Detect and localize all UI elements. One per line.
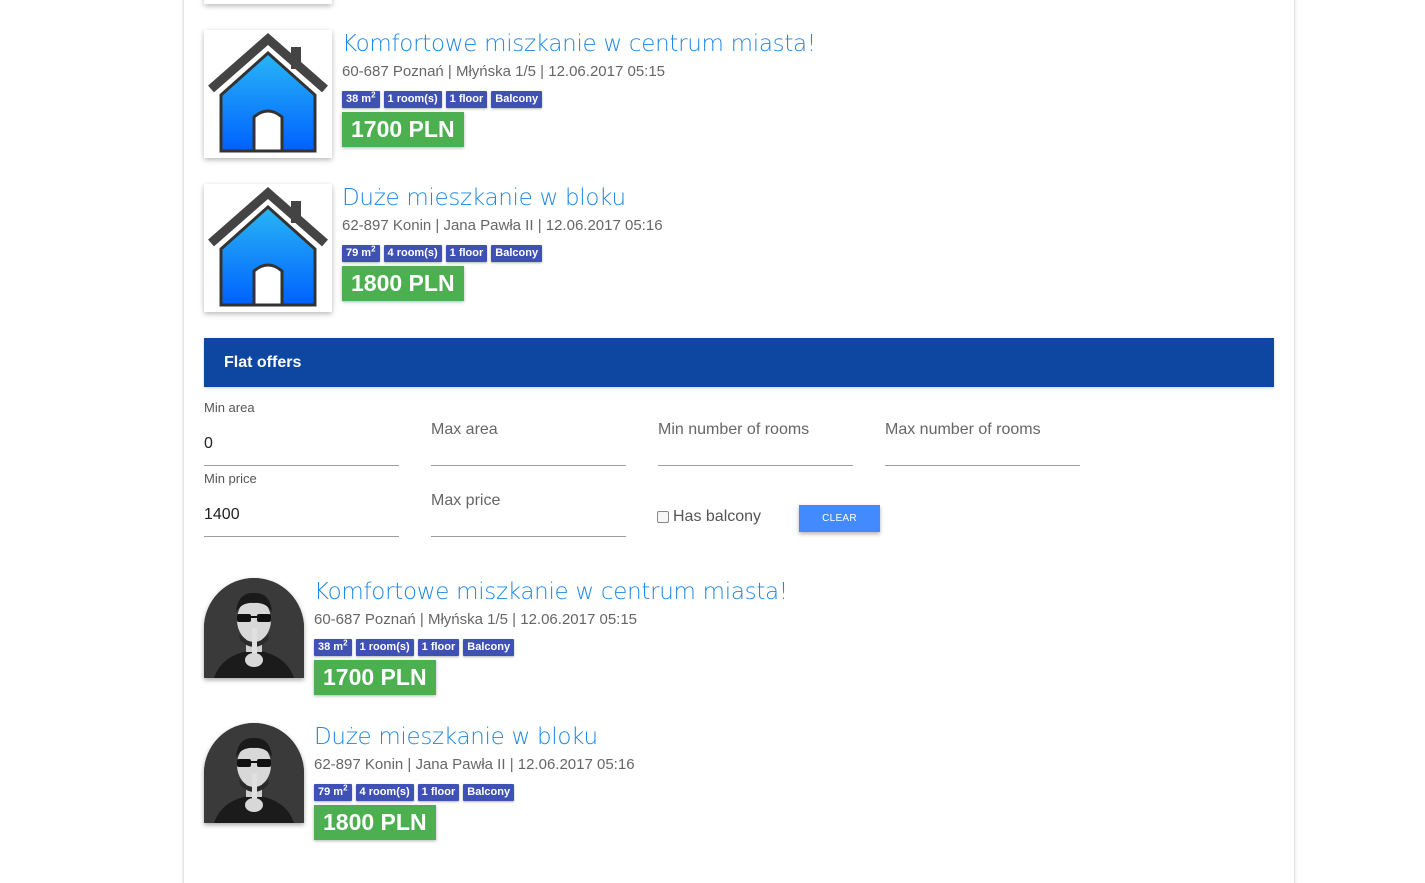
previous-offer-thumbnail <box>204 0 332 4</box>
has-balcony-checkbox[interactable] <box>657 511 669 523</box>
offer-item: Duże mieszkanie w bloku 62-897 Konin | J… <box>204 723 635 840</box>
max-rooms-field <box>885 406 1080 466</box>
offer-item: Duże mieszkanie w bloku 62-897 Konin | J… <box>204 184 663 312</box>
offer-item: Komfortowe miszkanie w centrum miasta! 6… <box>204 30 816 158</box>
area-badge: 38 m2 <box>342 91 380 108</box>
min-area-field: Min area <box>204 400 399 466</box>
max-price-input[interactable] <box>431 477 626 537</box>
area-badge: 38 m2 <box>314 639 352 656</box>
balcony-badge: Balcony <box>491 245 543 262</box>
has-balcony-label: Has balcony <box>673 508 762 525</box>
offer-location-date: 62-897 Konin | Jana Pawła II | 12.06.201… <box>342 217 663 234</box>
max-area-input[interactable] <box>431 406 626 466</box>
offer-title-link[interactable]: Komfortowe miszkanie w centrum miasta! <box>342 30 816 58</box>
floor-badge: 1 floor <box>445 91 488 108</box>
house-icon[interactable] <box>204 30 332 158</box>
offer-item: Komfortowe miszkanie w centrum miasta! 6… <box>204 578 788 695</box>
offer-location-date: 62-897 Konin | Jana Pawła II | 12.06.201… <box>314 756 635 773</box>
max-area-field <box>431 406 626 466</box>
floor-badge: 1 floor <box>445 245 488 262</box>
price-tag: 1800 PLN <box>314 805 436 840</box>
price-tag: 1700 PLN <box>314 660 436 695</box>
min-price-label: Min price <box>204 471 257 486</box>
rooms-badge: 4 room(s) <box>383 245 442 262</box>
area-badge: 79 m2 <box>314 784 352 801</box>
floor-badge: 1 floor <box>417 784 460 801</box>
max-rooms-input[interactable] <box>885 406 1080 466</box>
min-rooms-input[interactable] <box>658 406 853 466</box>
person-avatar[interactable] <box>204 578 304 678</box>
balcony-badge: Balcony <box>491 91 543 108</box>
clear-button[interactable]: Clear <box>799 505 880 532</box>
flat-offers-header: Flat offers <box>204 338 1274 387</box>
min-price-field: Min price <box>204 471 399 537</box>
panel-title: Flat offers <box>224 354 302 371</box>
min-area-label: Min area <box>204 400 255 415</box>
house-icon[interactable] <box>204 184 332 312</box>
area-badge: 79 m2 <box>342 245 380 262</box>
rooms-badge: 1 room(s) <box>383 91 442 108</box>
offer-title-link[interactable]: Duże mieszkanie w bloku <box>342 184 663 212</box>
min-rooms-field <box>658 406 853 466</box>
offer-title-link[interactable]: Duże mieszkanie w bloku <box>314 723 635 751</box>
floor-badge: 1 floor <box>417 639 460 656</box>
offer-title-link[interactable]: Komfortowe miszkanie w centrum miasta! <box>314 578 788 606</box>
has-balcony-option[interactable]: Has balcony <box>657 508 761 526</box>
price-tag: 1800 PLN <box>342 266 464 301</box>
price-tag: 1700 PLN <box>342 112 464 147</box>
balcony-badge: Balcony <box>463 639 515 656</box>
max-price-field <box>431 477 626 537</box>
rooms-badge: 1 room(s) <box>355 639 414 656</box>
person-avatar[interactable] <box>204 723 304 823</box>
offer-location-date: 60-687 Poznań | Młyńska 1/5 | 12.06.2017… <box>342 63 666 80</box>
offer-location-date: 60-687 Poznań | Młyńska 1/5 | 12.06.2017… <box>314 611 638 628</box>
min-price-input[interactable] <box>204 487 399 537</box>
balcony-badge: Balcony <box>463 784 515 801</box>
min-area-input[interactable] <box>204 416 399 466</box>
rooms-badge: 4 room(s) <box>355 784 414 801</box>
